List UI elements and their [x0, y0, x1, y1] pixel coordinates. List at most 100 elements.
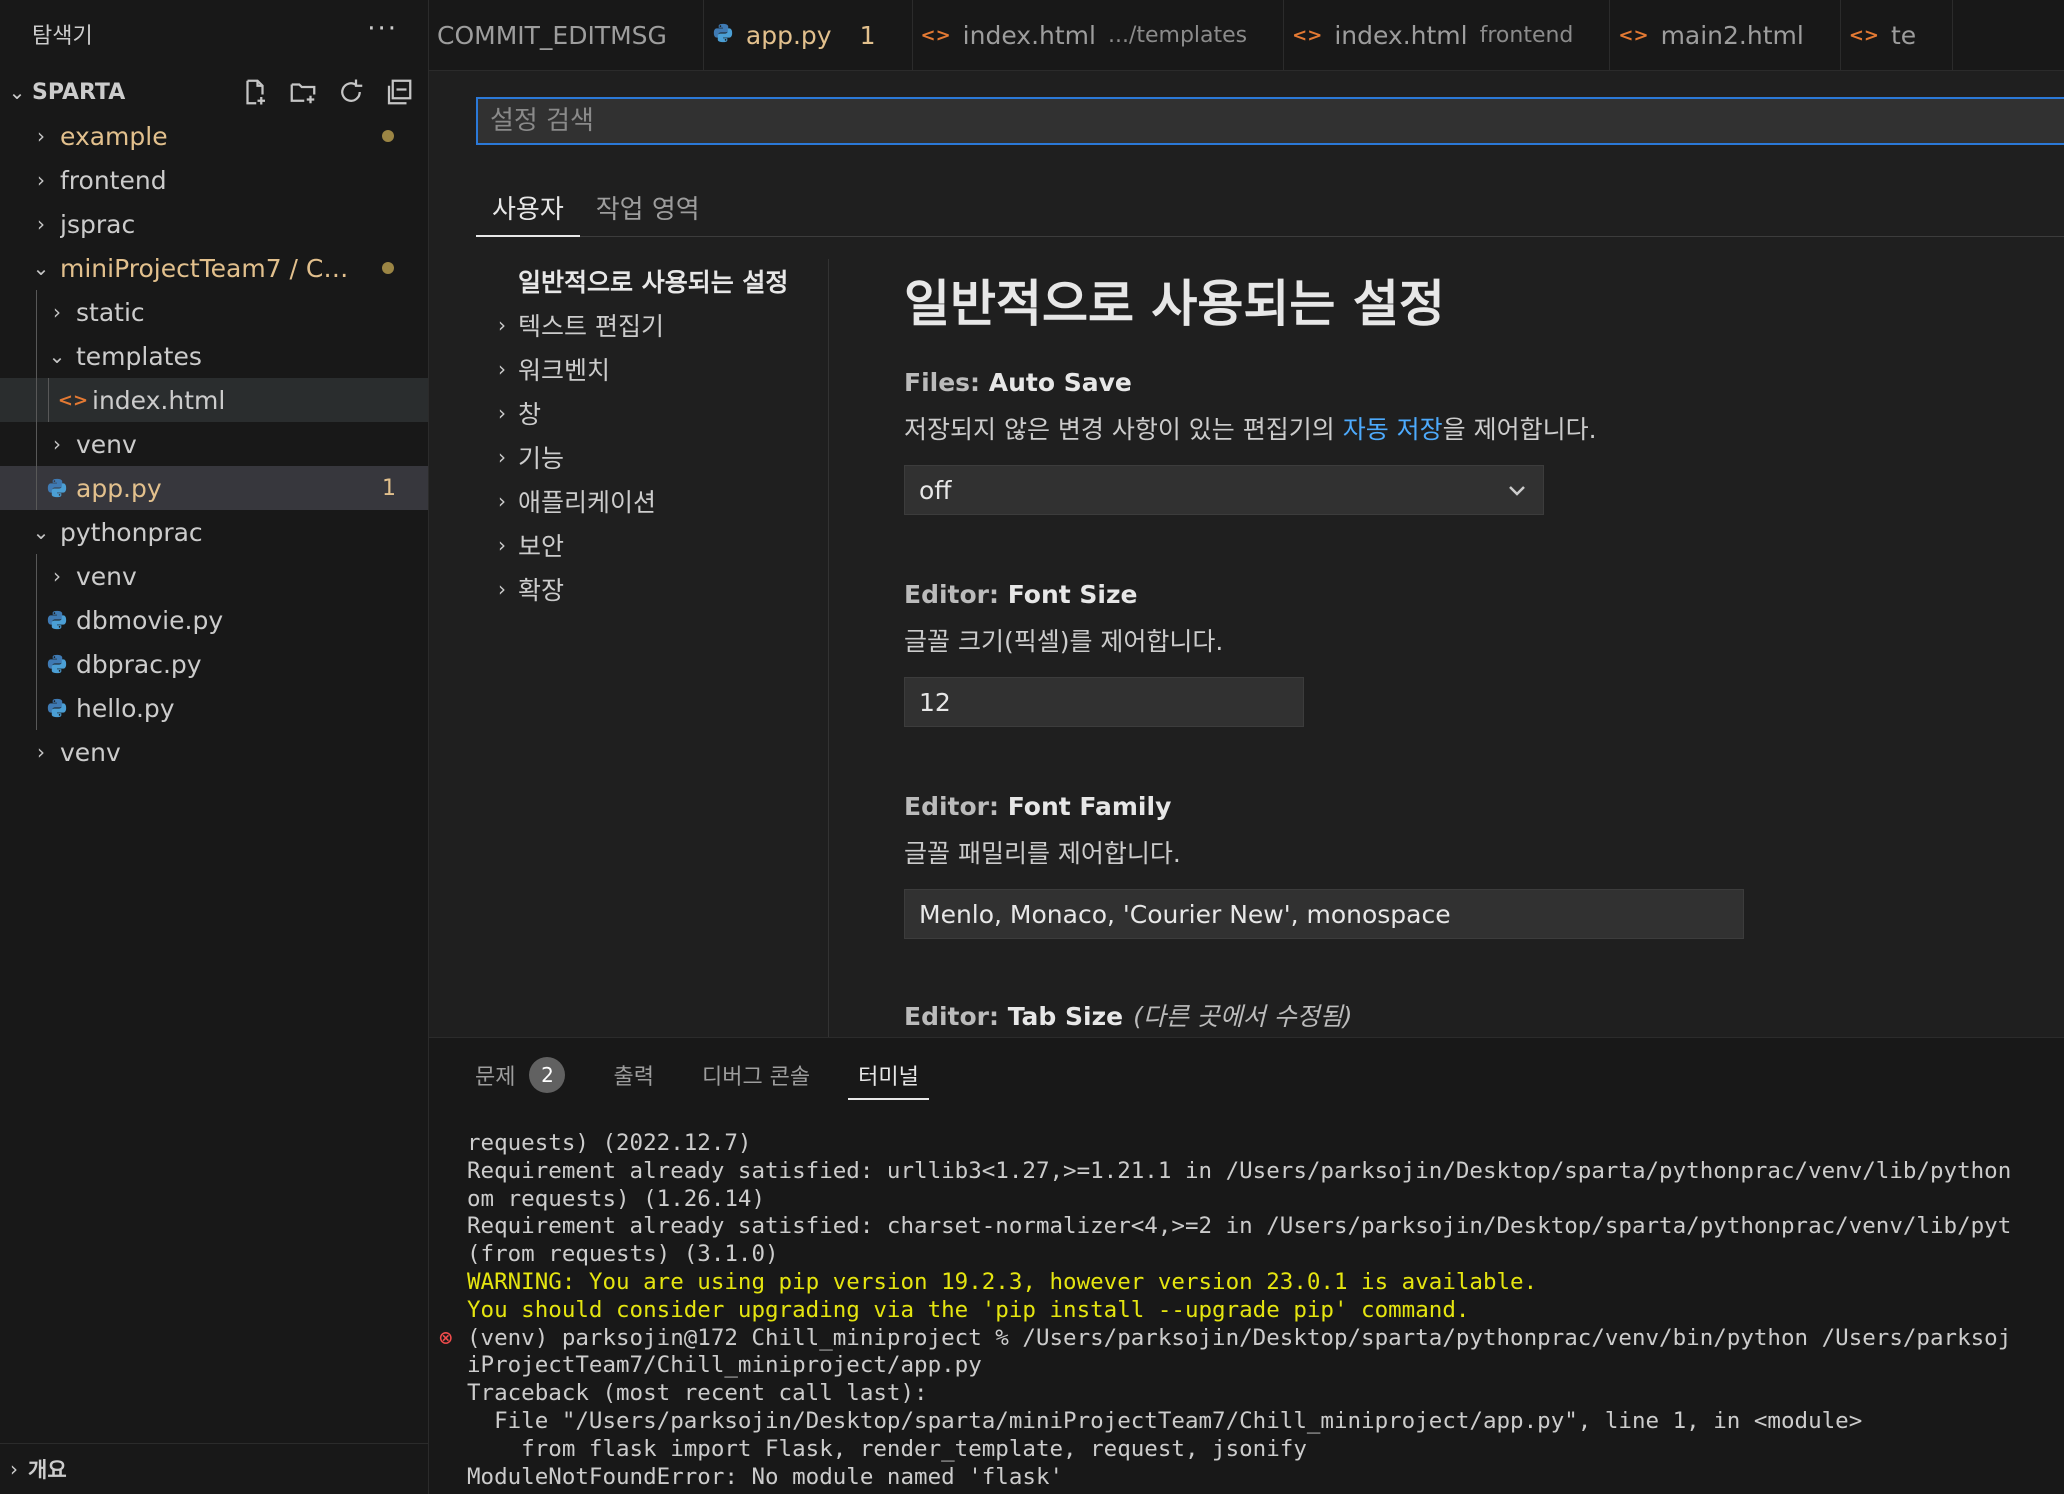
setting-category: Editor: [904, 580, 1008, 609]
editor-tab[interactable]: <> te [1841, 0, 1954, 70]
bottom-panel: 문제 2 출력 디버그 콘솔 터미널 requests) (2022.12.7) Requ… [429, 1037, 2064, 1494]
terminal-line-text: iProjectTeam7/Chill_miniproject/app.py [467, 1352, 982, 1379]
chevron-down-icon: ⌄ [32, 256, 50, 280]
setting-title: Editor: Font Family [904, 785, 2064, 829]
explorer-actions [240, 72, 414, 112]
tree-item-label: venv [76, 429, 137, 459]
project-header[interactable]: ⌄ SPARTA [0, 72, 428, 112]
tree-folder[interactable]: › venv [0, 730, 428, 774]
tree-folder[interactable]: ⌄ templates [0, 334, 428, 378]
chevron-right-icon: › [53, 432, 61, 456]
modified-elsewhere-note[interactable]: (다른 곳에서 수정됨) [1133, 1002, 1352, 1031]
terminal-line: Requirement already satisfied: urllib3<1… [467, 1158, 2064, 1186]
tree-item-label: static [76, 297, 145, 327]
settings-content: 일반적으로 사용되는 설정 Files: Auto Save 저장되지 않은 변… [904, 259, 2064, 1037]
panel-tab-label: 터미널 [858, 1065, 919, 1090]
tree-folder[interactable]: › example [0, 114, 428, 158]
settings-editor: 사용자 작업 영역 일반적으로 사용되는 설정 ›텍스트 편집기›워크벤치›창›… [429, 71, 2064, 1037]
modified-dot-icon [382, 130, 394, 142]
terminal-line: Traceback (most recent call last): [467, 1380, 2064, 1408]
tab-label: COMMIT_EDITMSG [437, 20, 667, 50]
tree-folder[interactable]: › jsprac [0, 202, 428, 246]
tree-folder[interactable]: ⌄ pythonprac [0, 510, 428, 554]
panel-tab[interactable]: 문제 2 [465, 1052, 575, 1098]
editor-tab[interactable]: app.py 1 [704, 0, 913, 70]
terminal-line-text: Requirement already satisfied: urllib3<1… [467, 1157, 2012, 1184]
more-actions-icon[interactable]: ··· [367, 14, 398, 44]
desc-text: 저장되지 않은 변경 사항이 있는 편집기의 [904, 415, 1343, 444]
auto-save-link[interactable]: 자동 저장 [1343, 415, 1443, 444]
settings-heading: 일반적으로 사용되는 설정 [904, 275, 1445, 333]
html-file-icon: <> [920, 24, 951, 46]
toc-item-label: 애플리케이션 [518, 488, 657, 517]
tree-file[interactable]: <> index.html [0, 378, 428, 422]
terminal-line: (from requests) (3.1.0) [467, 1241, 2064, 1269]
panel-tab[interactable]: 출력 [603, 1052, 663, 1098]
toc-item-label: 워크벤치 [518, 356, 611, 385]
tab-label: te [1891, 20, 1917, 50]
tab-description: frontend [1479, 22, 1574, 48]
setting-tab-size: Editor: Tab Size (다른 곳에서 수정됨) [904, 995, 2064, 1037]
error-circle-icon[interactable]: ⊗ [439, 1325, 453, 1353]
toc-item[interactable]: › 보안 [476, 523, 828, 567]
select-value: off [919, 475, 952, 505]
terminal-line: om requests) (1.26.14) [467, 1186, 2064, 1214]
explorer-sidebar: 탐색기 ··· ⌄ SPARTA › example › frontend › jspra… [0, 0, 429, 1494]
panel-tab[interactable]: 디버그 콘솔 [692, 1052, 820, 1098]
panel-tab-label: 출력 [613, 1065, 654, 1090]
indent-guide [36, 554, 37, 730]
refresh-icon[interactable] [336, 77, 366, 107]
outline-section[interactable]: › 개요 [0, 1443, 428, 1494]
editor-tab[interactable]: <> main2.html [1610, 0, 1841, 70]
terminal-output[interactable]: requests) (2022.12.7) Requirement already… [439, 1130, 2064, 1491]
editor-tab[interactable]: <> index.html frontend [1284, 0, 1611, 70]
toc-item[interactable]: › 워크벤치 [476, 347, 828, 391]
new-folder-icon[interactable] [288, 77, 318, 107]
setting-name: Font Size [1007, 580, 1138, 609]
tree-file[interactable]: app.py 1 [0, 466, 428, 510]
indent-guide [36, 290, 37, 510]
tree-folder[interactable]: › venv [0, 554, 428, 598]
editor-tab[interactable]: COMMIT_EDITMSG [429, 0, 704, 70]
chevron-right-icon: › [37, 212, 45, 236]
panel-tab[interactable]: 터미널 [848, 1052, 929, 1100]
toc-item[interactable]: › 텍스트 편집기 [476, 303, 828, 347]
toc-item[interactable]: › 애플리케이션 [476, 479, 828, 523]
toc-item[interactable]: › 확장 [476, 567, 828, 611]
terminal-line-text: Requirement already satisfied: charset-n… [467, 1213, 2012, 1240]
problem-count: 1 [382, 475, 396, 501]
terminal-line-text: ModuleNotFoundError: No module named 'fl… [467, 1463, 1064, 1490]
toc-item[interactable]: › 창 [476, 391, 828, 435]
tree-item-label: pythonprac [60, 517, 203, 547]
terminal-line: requests) (2022.12.7) [467, 1130, 2064, 1158]
tree-folder[interactable]: › frontend [0, 158, 428, 202]
setting-description: 저장되지 않은 변경 사항이 있는 편집기의 자동 저장을 제어합니다. [904, 405, 2064, 455]
chevron-down-icon [1509, 486, 1525, 496]
tree-folder[interactable]: ⌄ miniProjectTeam7 / Chil... [0, 246, 428, 290]
tree-item-label: example [60, 121, 168, 151]
tree-folder[interactable]: › venv [0, 422, 428, 466]
tab-workspace[interactable]: 작업 영역 [580, 179, 716, 235]
tree-file[interactable]: hello.py [0, 686, 428, 730]
project-name: SPARTA [32, 79, 126, 105]
font-family-input[interactable]: Menlo, Monaco, 'Courier New', monospace [904, 889, 1744, 939]
tab-label: app.py [745, 20, 832, 50]
font-size-input[interactable]: 12 [904, 677, 1304, 727]
editor-tab[interactable]: <> index.html .../templates [913, 0, 1285, 70]
panel-tab-label: 문제 [475, 1065, 516, 1090]
tree-file[interactable]: dbprac.py [0, 642, 428, 686]
tree-file[interactable]: dbmovie.py [0, 598, 428, 642]
terminal-line-text: (from requests) (3.1.0) [467, 1241, 779, 1268]
tree-folder[interactable]: › static [0, 290, 428, 334]
tree-item-label: index.html [92, 385, 226, 415]
collapse-all-icon[interactable] [384, 77, 414, 107]
tab-user[interactable]: 사용자 [476, 179, 580, 237]
auto-save-select[interactable]: off [904, 465, 1544, 515]
html-file-icon: <> [1292, 24, 1323, 46]
settings-toc: 일반적으로 사용되는 설정 › 텍스트 편집기 › 워크벤치 › 창 › 기능 › 애플리케이션 ›… [476, 259, 829, 1037]
new-file-icon[interactable] [240, 77, 270, 107]
toc-item[interactable]: › 기능 [476, 435, 828, 479]
python-file-icon [46, 609, 68, 631]
toc-item-commonly-used[interactable]: 일반적으로 사용되는 설정 [476, 259, 828, 303]
settings-search-input[interactable] [476, 97, 2064, 145]
